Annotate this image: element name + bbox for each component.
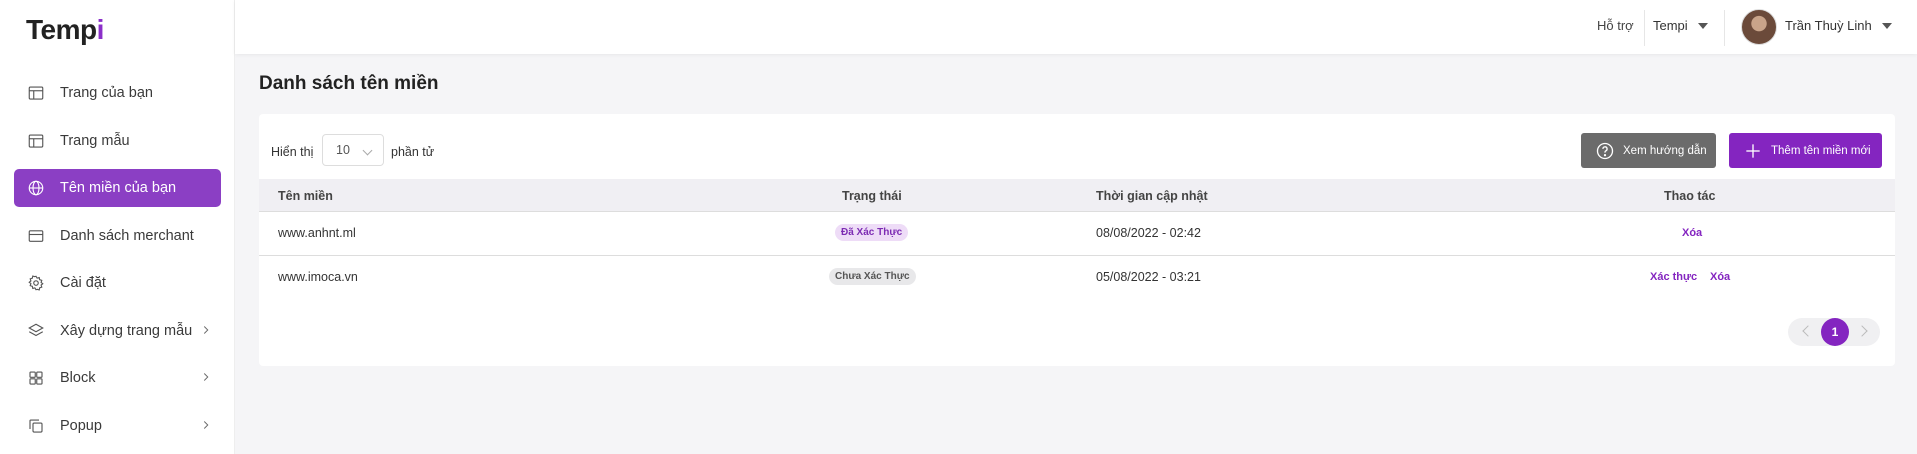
- chevron-left-icon[interactable]: [1802, 325, 1814, 337]
- sidebar-item-label: Trang của bạn: [60, 85, 153, 101]
- sidebar-item-label: Tên miền của bạn: [60, 180, 177, 196]
- globe-icon: [26, 178, 46, 198]
- layout-icon: [26, 83, 46, 103]
- sidebar-item-popup[interactable]: Popup: [14, 407, 221, 445]
- domain-cell: www.imoca.vn: [278, 270, 358, 284]
- verify-link[interactable]: Xác thực: [1650, 271, 1697, 283]
- updated-cell: 05/08/2022 - 03:21: [1096, 270, 1201, 284]
- avatar[interactable]: [1741, 9, 1777, 45]
- sidebar-item-label: Xây dựng trang mẫu: [60, 322, 193, 339]
- grid-icon: [26, 368, 46, 388]
- guide-button-label: Xem hướng dẫn: [1623, 144, 1707, 157]
- sidebar-item-block[interactable]: Block: [14, 359, 221, 397]
- sidebar-item-your-domains[interactable]: Tên miền của bạn: [14, 169, 221, 207]
- column-header-domain: Tên miền: [278, 189, 333, 203]
- updated-cell: 08/08/2022 - 02:42: [1096, 226, 1201, 240]
- sidebar-item-merchants[interactable]: Danh sách merchant: [14, 217, 221, 255]
- guide-button[interactable]: Xem hướng dẫn: [1581, 133, 1716, 168]
- sidebar-item-label: Block: [60, 370, 96, 386]
- sidebar-item-your-pages[interactable]: Trang của bạn: [14, 74, 221, 112]
- copy-icon: [26, 416, 46, 436]
- sidebar-item-label: Cài đặt: [60, 275, 106, 291]
- plus-icon: [1743, 141, 1763, 161]
- user-name: Trần Thuỳ Linh: [1785, 18, 1872, 33]
- chevron-right-icon[interactable]: [1856, 325, 1868, 337]
- page-title: Danh sách tên miền: [259, 73, 439, 94]
- add-domain-button-label: Thêm tên miền mới: [1771, 144, 1871, 157]
- pagination: 1: [1788, 318, 1880, 346]
- sidebar-item-label: Trang mẫu: [60, 132, 130, 149]
- page-size-select[interactable]: 10: [322, 134, 384, 166]
- domain-cell: www.anhnt.ml: [278, 226, 356, 240]
- brand-dropdown[interactable]: Tempi: [1653, 18, 1708, 33]
- user-menu[interactable]: Trần Thuỳ Linh: [1785, 18, 1892, 33]
- support-link[interactable]: Hỗ trợ: [1597, 18, 1634, 33]
- delete-link[interactable]: Xóa: [1682, 227, 1702, 239]
- delete-link[interactable]: Xóa: [1710, 271, 1730, 283]
- status-badge: Chưa Xác Thực: [829, 268, 916, 285]
- sidebar-item-label: Popup: [60, 417, 102, 434]
- chevron-right-icon: [199, 323, 213, 337]
- topbar: Hỗ trợ Tempi Trần Thuỳ Linh: [235, 0, 1917, 54]
- table-row: www.imoca.vn Chưa Xác Thực 05/08/2022 - …: [259, 256, 1895, 300]
- column-header-status: Trạng thái: [842, 189, 902, 203]
- sidebar-item-label: Danh sách merchant: [60, 227, 194, 244]
- sidebar-nav: Trang của bạn Trang mẫu Tên miền của bạn…: [14, 74, 221, 454]
- app-logo[interactable]: Tempi: [26, 14, 104, 46]
- page-number-button[interactable]: 1: [1821, 318, 1849, 346]
- divider: [1724, 10, 1725, 46]
- add-domain-button[interactable]: Thêm tên miền mới: [1729, 133, 1882, 168]
- elements-label: phần tử: [391, 145, 435, 159]
- sidebar-item-build-template[interactable]: Xây dựng trang mẫu: [14, 312, 221, 350]
- card-icon: [26, 226, 46, 246]
- chevron-down-icon: [362, 145, 373, 156]
- brand-label: Tempi: [1653, 18, 1688, 33]
- column-header-actions: Thao tác: [1664, 189, 1716, 203]
- status-badge: Đã Xác Thực: [835, 224, 909, 241]
- chevron-right-icon: [199, 370, 213, 384]
- layers-icon: [26, 321, 46, 341]
- sidebar-item-templates[interactable]: Trang mẫu: [14, 122, 221, 160]
- table-row: www.anhnt.ml Đã Xác Thực 08/08/2022 - 02…: [259, 212, 1895, 256]
- domains-card: Hiển thị 10 phần tử Xem hướng dẫn Thêm t…: [259, 114, 1895, 366]
- caret-down-icon: [1697, 22, 1708, 29]
- chevron-right-icon: [199, 418, 213, 432]
- gear-icon: [26, 273, 46, 293]
- show-label: Hiển thị: [271, 145, 314, 159]
- sidebar: Tempi Trang của bạn Trang mẫu Tên miền c…: [0, 0, 235, 454]
- help-circle-icon: [1595, 141, 1615, 161]
- divider: [1644, 10, 1645, 46]
- table-header: Tên miền Trạng thái Thời gian cập nhật T…: [259, 179, 1895, 212]
- page-size-value: 10: [336, 143, 350, 157]
- template-icon: [26, 131, 46, 151]
- sidebar-item-settings[interactable]: Cài đặt: [14, 264, 221, 302]
- column-header-updated: Thời gian cập nhật: [1096, 189, 1208, 203]
- caret-down-icon: [1881, 22, 1892, 29]
